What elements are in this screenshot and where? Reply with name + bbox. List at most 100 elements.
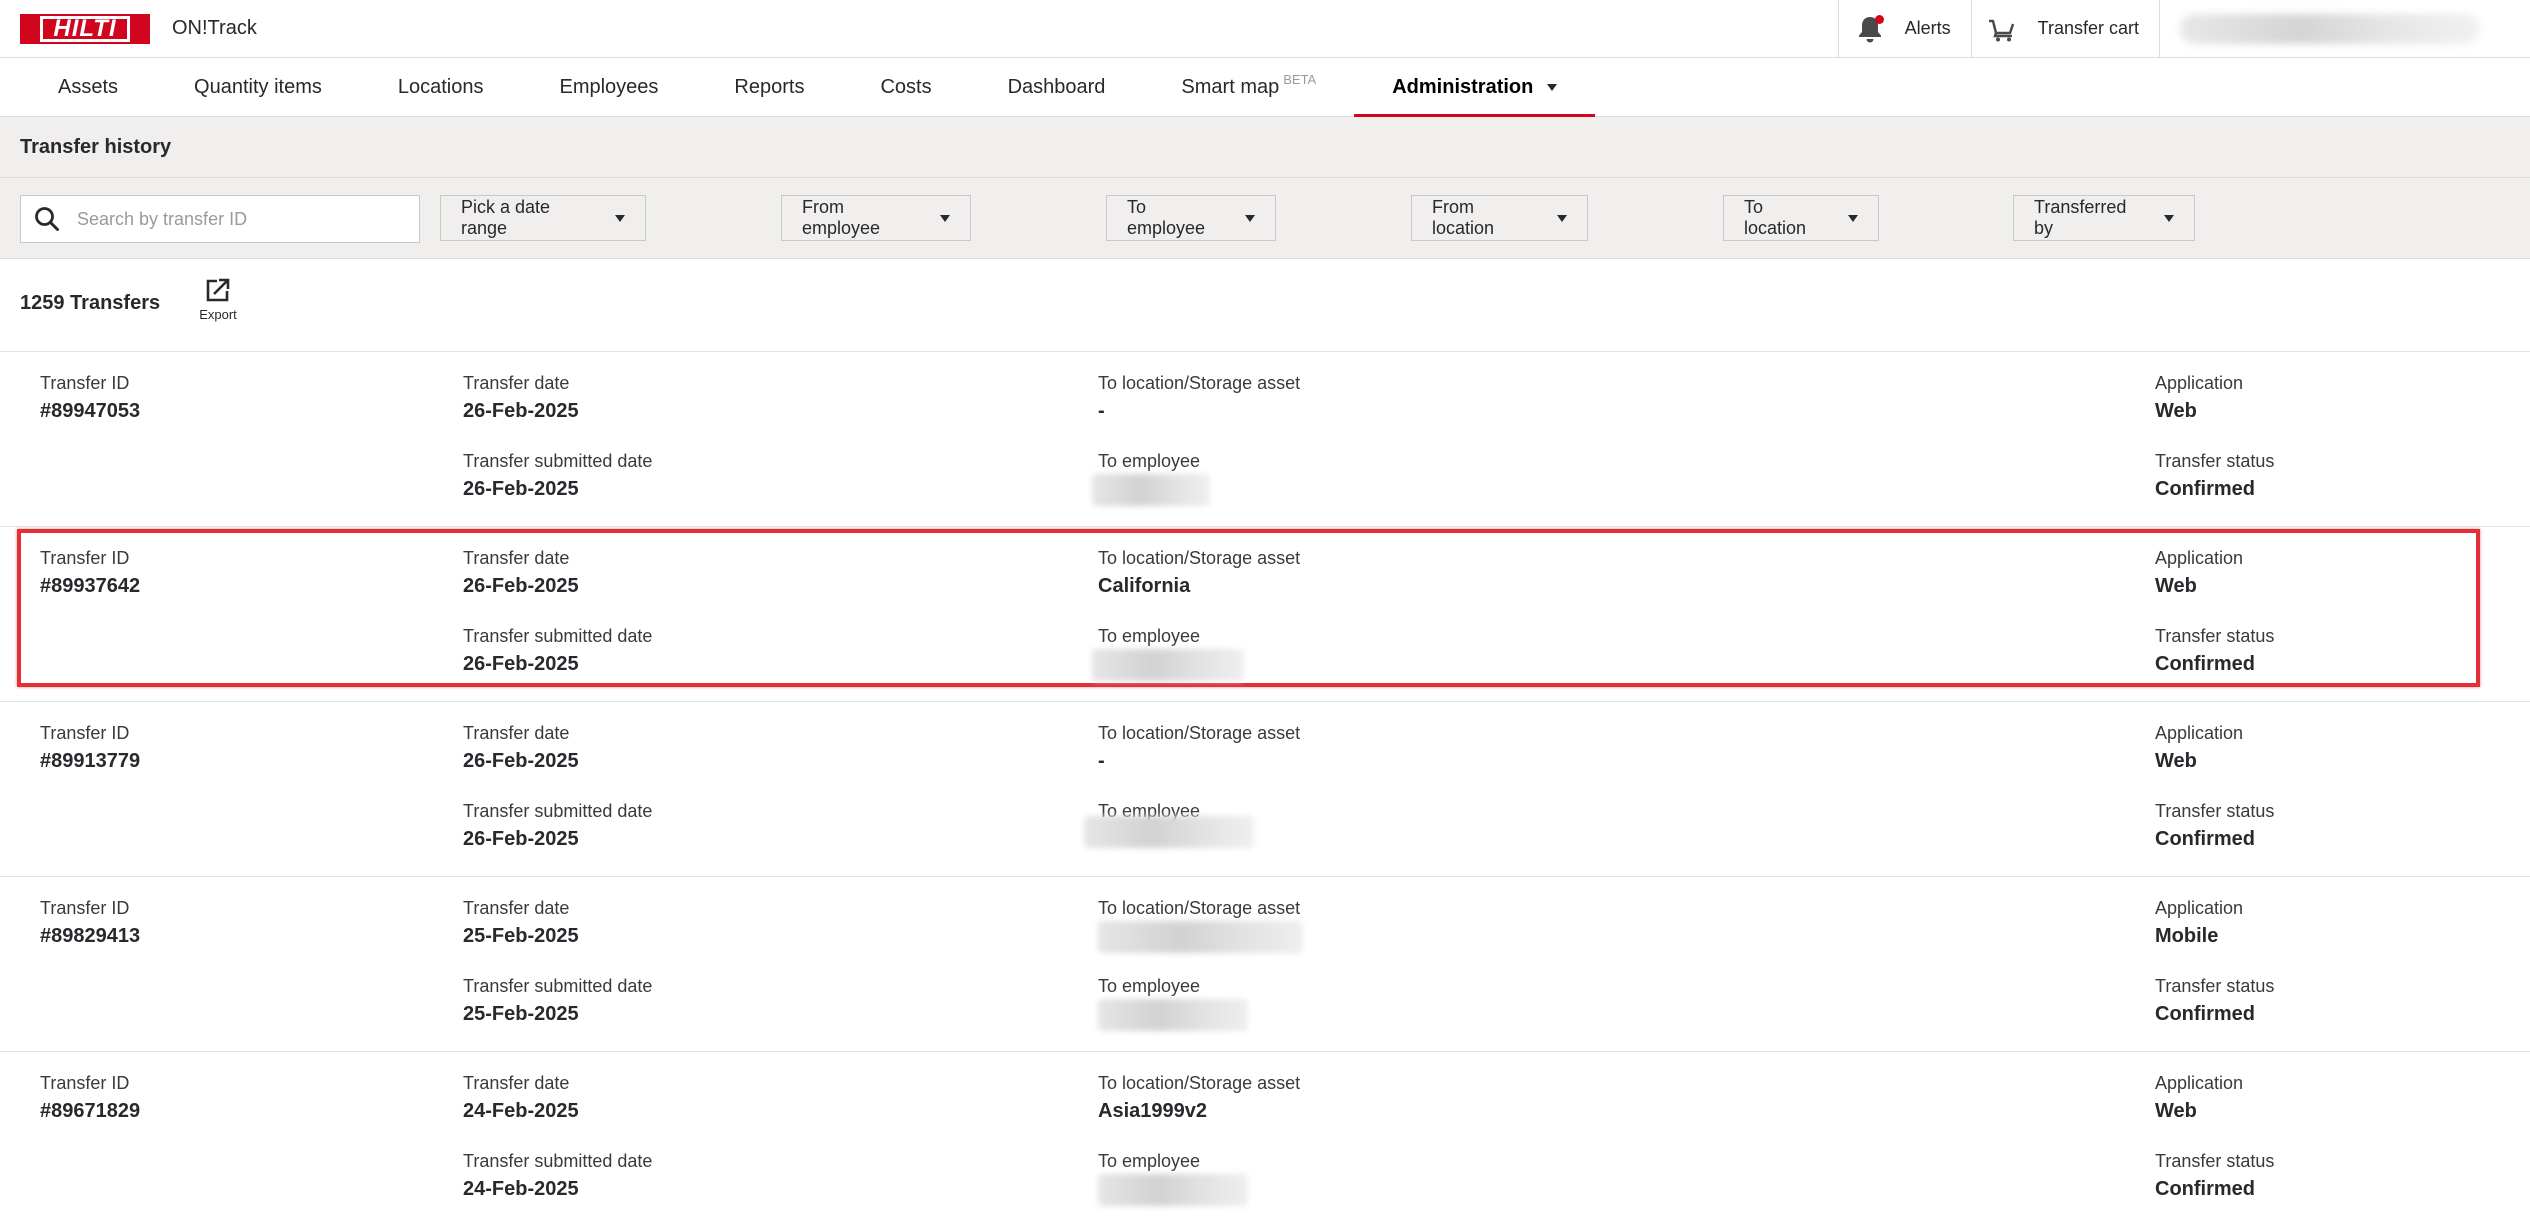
transfer-row[interactable]: Transfer ID #89947053 Transfer date 26-F…: [0, 352, 2530, 527]
transfer-id-cell: Transfer ID #89829413: [40, 897, 140, 949]
transfer-id-value: #89937642: [40, 575, 141, 597]
nav-locations[interactable]: Locations: [360, 58, 522, 116]
transfer-id-label: Transfer ID: [40, 373, 130, 393]
search-icon: [33, 205, 61, 233]
submitted-date-label: Transfer submitted date: [463, 976, 653, 996]
to-location-value: Asia1999v2: [1098, 1100, 1207, 1122]
export-label: Export: [199, 307, 237, 322]
alert-indicator-dot: [1874, 14, 1884, 24]
hilti-logo[interactable]: HILTI: [20, 13, 150, 44]
status-cell: Transfer status Confirmed: [2155, 1150, 2274, 1202]
to-location-dropdown[interactable]: To location: [1723, 195, 1879, 241]
status-cell: Transfer status Confirmed: [2155, 450, 2274, 502]
transfer-list: Transfer ID #89947053 Transfer date 26-F…: [0, 352, 2530, 1227]
nav-costs[interactable]: Costs: [842, 58, 969, 116]
export-button[interactable]: Export: [196, 275, 240, 322]
application-value: Web: [2155, 1100, 2197, 1122]
status-cell: Transfer status Confirmed: [2155, 625, 2274, 677]
to-employee-cell: To employee: [1084, 800, 1254, 848]
nav-assets[interactable]: Assets: [20, 58, 156, 116]
submitted-date-label: Transfer submitted date: [463, 626, 653, 646]
transfer-row[interactable]: Transfer ID #89913779 Transfer date 26-F…: [0, 702, 2530, 877]
alerts-button[interactable]: Alerts: [1837, 0, 1971, 57]
search-box[interactable]: [20, 195, 420, 243]
submitted-date-value: 24-Feb-2025: [463, 1178, 579, 1200]
transfer-date-label: Transfer date: [463, 1073, 570, 1093]
submitted-date-cell: Transfer submitted date 25-Feb-2025: [463, 975, 652, 1027]
nav-employees[interactable]: Employees: [521, 58, 696, 116]
nav-quantity-items[interactable]: Quantity items: [156, 58, 360, 116]
to-location-label: To location/Storage asset: [1098, 1073, 1301, 1093]
transferred-by-label: Transferred by: [2034, 197, 2127, 238]
transfer-row[interactable]: Transfer ID #89829413 Transfer date 25-F…: [0, 877, 2530, 1052]
nav-reports[interactable]: Reports: [696, 58, 842, 116]
transfer-count: 1259 Transfers: [20, 292, 161, 314]
transfer-cart-label: Transfer cart: [2037, 18, 2139, 38]
to-location-value: -: [1098, 400, 1105, 422]
submitted-date-cell: Transfer submitted date 26-Feb-2025: [463, 800, 652, 852]
transferred-by-dropdown[interactable]: Transferred by: [2013, 195, 2195, 241]
to-employee-redacted: [1084, 816, 1254, 848]
user-name-redacted: [2180, 13, 2480, 44]
from-location-dropdown[interactable]: From location: [1411, 195, 1588, 241]
bell-icon: [1853, 12, 1887, 46]
summary-row: 1259 Transfers Export: [0, 259, 2530, 352]
status-label: Transfer status: [2155, 626, 2275, 646]
chevron-down-icon: [615, 214, 625, 222]
to-employee-cell: To employee: [1092, 625, 1244, 681]
header-actions: Alerts Transfer cart: [1837, 0, 2530, 57]
application-value: Web: [2155, 400, 2197, 422]
transfer-row[interactable]: Transfer ID #89937642 Transfer date 26-F…: [0, 527, 2530, 702]
nav-dashboard[interactable]: Dashboard: [970, 58, 1144, 116]
beta-badge: BETA: [1283, 71, 1317, 87]
application-label: Application: [2155, 548, 2244, 568]
page-title: Transfer history: [0, 117, 2530, 178]
status-value: Confirmed: [2155, 828, 2255, 850]
nav-employees-label: Employees: [559, 75, 659, 98]
nav-smart-map-label: Smart map: [1181, 75, 1280, 98]
chevron-down-icon: [940, 214, 950, 222]
nav-administration[interactable]: Administration: [1354, 58, 1596, 117]
transfer-id-cell: Transfer ID #89937642: [40, 547, 140, 599]
nav-dashboard-label: Dashboard: [1007, 75, 1106, 98]
nav-smart-map[interactable]: Smart map BETA: [1143, 58, 1354, 116]
main-nav: Assets Quantity items Locations Employee…: [0, 58, 2530, 117]
logo-text: HILTI: [40, 15, 130, 42]
from-location-label: From location: [1432, 197, 1495, 238]
application-cell: Application Web: [2155, 372, 2243, 424]
to-employee-dropdown[interactable]: To employee: [1106, 195, 1276, 241]
to-location-cell: To location/Storage asset California: [1098, 547, 1300, 599]
top-header: HILTI ON!Track Alerts Transfer cart: [0, 0, 2530, 58]
transfer-cart-button[interactable]: Transfer cart: [1970, 0, 2159, 57]
status-label: Transfer status: [2155, 801, 2275, 821]
to-location-label: To location: [1744, 197, 1807, 238]
application-value: Web: [2155, 750, 2197, 772]
nav-locations-label: Locations: [397, 75, 484, 98]
submitted-date-label: Transfer submitted date: [463, 451, 653, 471]
cart-icon: [1986, 12, 2020, 46]
transfer-date-cell: Transfer date 26-Feb-2025: [463, 722, 579, 774]
status-value: Confirmed: [2155, 478, 2255, 500]
application-label: Application: [2155, 723, 2244, 743]
transfer-id-cell: Transfer ID #89913779: [40, 722, 140, 774]
alerts-label: Alerts: [1904, 18, 1951, 38]
to-employee-redacted: [1092, 649, 1244, 681]
application-label: Application: [2155, 898, 2244, 918]
transfer-id-cell: Transfer ID #89671829: [40, 1072, 140, 1124]
submitted-date-label: Transfer submitted date: [463, 801, 653, 821]
from-employee-dropdown[interactable]: From employee: [781, 195, 971, 241]
submitted-date-cell: Transfer submitted date 26-Feb-2025: [463, 625, 652, 677]
nav-administration-label: Administration: [1392, 75, 1534, 98]
nav-quantity-items-label: Quantity items: [194, 75, 322, 98]
transfer-id-value: #89829413: [40, 925, 141, 947]
transfer-date-cell: Transfer date 24-Feb-2025: [463, 1072, 579, 1124]
transfer-date-value: 26-Feb-2025: [463, 575, 579, 597]
submitted-date-cell: Transfer submitted date 24-Feb-2025: [463, 1150, 652, 1202]
date-range-dropdown[interactable]: Pick a date range: [440, 195, 646, 241]
search-input[interactable]: [75, 207, 399, 231]
to-employee-redacted: [1098, 1174, 1248, 1206]
chevron-down-icon: [2164, 214, 2174, 222]
user-menu[interactable]: [2159, 0, 2530, 57]
transfer-date-label: Transfer date: [463, 548, 570, 568]
to-employee-label: To employee: [1127, 197, 1206, 238]
